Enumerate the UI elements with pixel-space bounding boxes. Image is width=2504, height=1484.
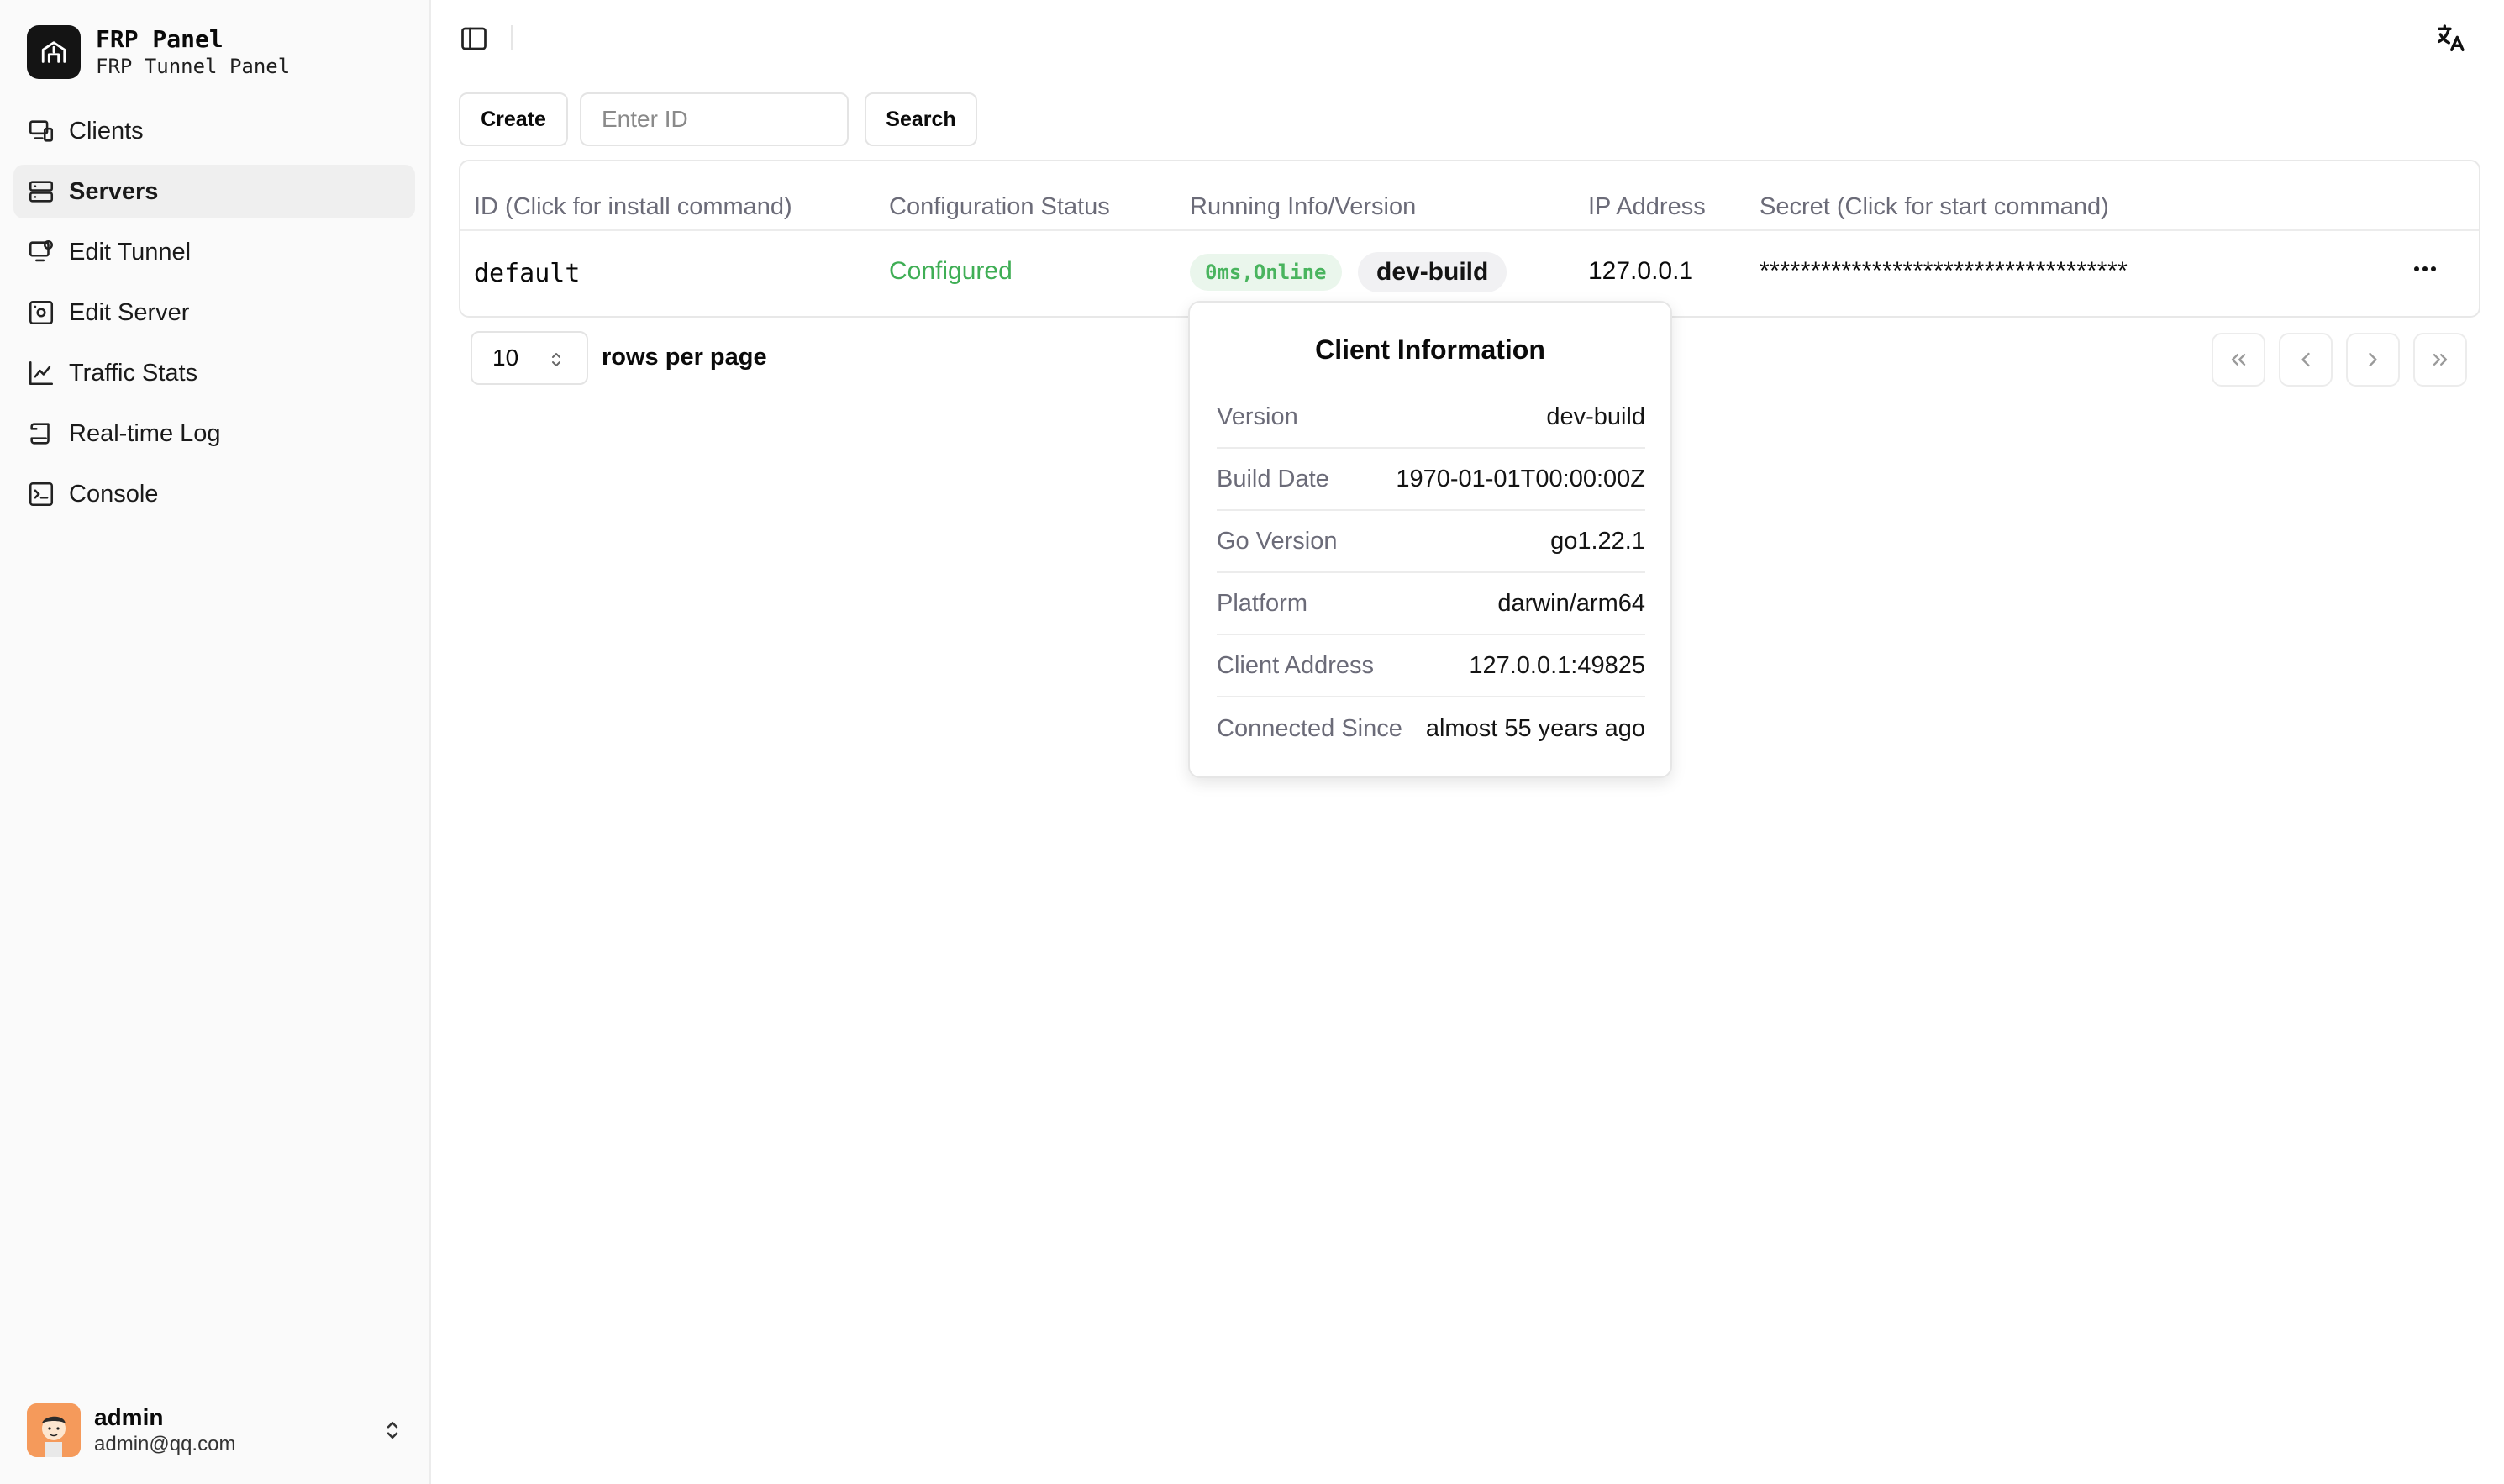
sidebar-item-edit-tunnel[interactable]: Edit Tunnel xyxy=(13,225,415,279)
column-header-secret[interactable]: Secret (Click for start command) xyxy=(1760,193,2109,221)
column-header-status: Configuration Status xyxy=(889,193,1110,220)
search-input[interactable] xyxy=(580,92,849,146)
info-row-client-address: Client Address 127.0.0.1:49825 xyxy=(1217,635,1645,697)
clients-icon xyxy=(29,120,54,142)
header-divider xyxy=(460,229,2479,231)
sidebar-item-label: Console xyxy=(69,480,159,508)
info-label: Go Version xyxy=(1217,527,1338,555)
info-label: Client Address xyxy=(1217,651,1374,679)
chevron-left-icon xyxy=(2301,352,2310,367)
sidebar-toggle-icon[interactable] xyxy=(459,24,489,54)
popover-title: Client Information xyxy=(1315,334,1545,365)
sidebar-item-label: Edit Server xyxy=(69,298,190,326)
status-badge: Configured xyxy=(889,257,1013,285)
brand-logo-icon xyxy=(27,25,81,79)
info-value: almost 55 years ago xyxy=(1425,714,1645,742)
brand-title: FRP Panel xyxy=(96,25,224,53)
first-page-button[interactable] xyxy=(2212,333,2265,387)
info-value: go1.22.1 xyxy=(1550,527,1645,555)
terminal-icon xyxy=(29,482,54,507)
more-actions-icon[interactable] xyxy=(2408,260,2442,277)
sidebar-nav: Clients Servers Edit Tunnel Edit Server … xyxy=(13,104,415,528)
create-button[interactable]: Create xyxy=(459,92,568,146)
info-value: 127.0.0.1:49825 xyxy=(1469,651,1645,679)
servers-icon xyxy=(29,181,54,203)
sidebar-item-label: Servers xyxy=(69,177,159,205)
previous-page-button[interactable] xyxy=(2279,333,2333,387)
info-row-go-version: Go Version go1.22.1 xyxy=(1217,511,1645,573)
sidebar-item-realtime-log[interactable]: Real-time Log xyxy=(13,407,415,460)
chevron-right-icon xyxy=(2369,352,2377,367)
info-value: 1970-01-01T00:00:00Z xyxy=(1396,465,1645,492)
translate-icon[interactable] xyxy=(2433,22,2467,55)
sidebar-item-label: Traffic Stats xyxy=(69,359,198,387)
sidebar-item-label: Edit Tunnel xyxy=(69,238,192,266)
info-row-build-date: Build Date 1970-01-01T00:00:00Z xyxy=(1217,449,1645,511)
column-header-ip: IP Address xyxy=(1588,193,1706,220)
info-label: Version xyxy=(1217,403,1298,430)
online-status-pill: 0ms,Online xyxy=(1190,254,1342,291)
sidebar-item-traffic-stats[interactable]: Traffic Stats xyxy=(13,346,415,400)
edit-tunnel-icon xyxy=(29,239,54,262)
topbar-divider xyxy=(511,25,513,50)
info-label: Build Date xyxy=(1217,465,1329,492)
chart-icon xyxy=(29,360,54,386)
rows-per-page-select[interactable]: 10 xyxy=(471,331,588,385)
brand-subtitle: FRP Tunnel Panel xyxy=(96,55,291,78)
info-value: dev-build xyxy=(1546,403,1645,430)
version-pill[interactable]: dev-build xyxy=(1358,252,1507,292)
sidebar-item-clients[interactable]: Clients xyxy=(13,104,415,158)
user-menu[interactable]: admin admin@qq.com xyxy=(27,1402,405,1459)
ip-address-cell: 127.0.0.1 xyxy=(1588,257,1694,285)
rows-per-page-value: 10 xyxy=(492,345,519,371)
column-header-id[interactable]: ID (Click for install command) xyxy=(474,193,792,221)
column-header-running-info: Running Info/Version xyxy=(1190,193,1417,220)
sidebar-item-label: Real-time Log xyxy=(69,419,221,447)
scroll-icon xyxy=(30,423,50,445)
info-value: darwin/arm64 xyxy=(1497,589,1645,617)
avatar xyxy=(27,1403,81,1457)
info-row-version: Version dev-build xyxy=(1217,387,1645,449)
sidebar: FRP Panel FRP Tunnel Panel Clients Serve… xyxy=(0,0,431,1484)
search-button[interactable]: Search xyxy=(865,92,977,146)
secret-cell[interactable]: ************************************ xyxy=(1760,257,2128,286)
chevrons-up-down-icon[interactable] xyxy=(380,1418,405,1443)
sidebar-item-console[interactable]: Console xyxy=(13,467,415,521)
edit-server-icon xyxy=(29,300,54,325)
servers-table: ID (Click for install command) Configura… xyxy=(459,160,2480,318)
chevrons-left-icon xyxy=(2231,354,2246,366)
info-row-platform: Platform darwin/arm64 xyxy=(1217,573,1645,635)
last-page-button[interactable] xyxy=(2413,333,2467,387)
user-email: admin@qq.com xyxy=(94,1433,236,1455)
chevrons-right-icon xyxy=(2433,354,2448,366)
rows-per-page-label: rows per page xyxy=(602,344,767,371)
sidebar-item-label: Clients xyxy=(69,117,144,145)
user-name: admin xyxy=(94,1404,164,1430)
info-label: Platform xyxy=(1217,589,1307,617)
next-page-button[interactable] xyxy=(2346,333,2400,387)
sidebar-item-edit-server[interactable]: Edit Server xyxy=(13,286,415,339)
brand[interactable]: FRP Panel FRP Tunnel Panel xyxy=(27,25,290,79)
client-info-popover: Client Information Version dev-build Bui… xyxy=(1188,301,1672,778)
info-row-connected-since: Connected Since almost 55 years ago xyxy=(1217,697,1645,760)
chevrons-up-down-icon xyxy=(552,353,560,366)
info-label: Connected Since xyxy=(1217,714,1402,742)
sidebar-item-servers[interactable]: Servers xyxy=(13,165,415,218)
server-id-cell[interactable]: default xyxy=(474,259,580,288)
